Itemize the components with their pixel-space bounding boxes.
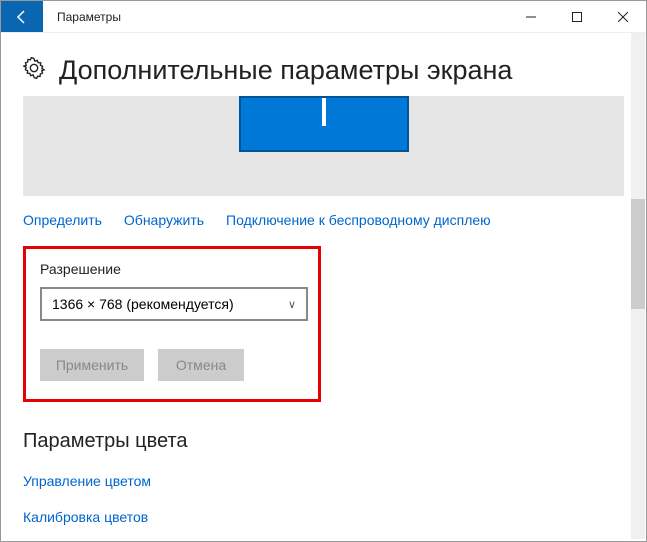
display-links-row: Определить Обнаружить Подключение к бесп… (23, 212, 624, 228)
page-header: Дополнительные параметры экрана (23, 55, 624, 86)
content-area: Дополнительные параметры экрана Определи… (1, 33, 646, 541)
resolution-select[interactable]: 1366 × 768 (рекомендуется) ∨ (40, 287, 308, 321)
window-title: Параметры (43, 1, 508, 32)
button-row: Применить Отмена (40, 349, 304, 381)
window-controls (508, 1, 646, 32)
color-section-heading: Параметры цвета (23, 430, 624, 453)
resolution-section-highlighted: Разрешение 1366 × 768 (рекомендуется) ∨ … (23, 246, 321, 402)
wireless-display-link[interactable]: Подключение к беспроводному дисплею (226, 212, 491, 228)
gear-icon (23, 57, 45, 84)
chevron-down-icon: ∨ (288, 298, 296, 311)
resolution-label: Разрешение (40, 261, 304, 277)
page-title: Дополнительные параметры экрана (59, 55, 512, 86)
monitor-divider (322, 98, 326, 126)
back-button[interactable] (1, 1, 43, 32)
color-calibration-link[interactable]: Калибровка цветов (23, 509, 624, 525)
minimize-icon (526, 12, 536, 22)
close-icon (618, 12, 628, 22)
maximize-icon (572, 12, 582, 22)
close-button[interactable] (600, 1, 646, 33)
identify-link[interactable]: Определить (23, 212, 102, 228)
cancel-button[interactable]: Отмена (158, 349, 244, 381)
monitor-icon[interactable] (239, 96, 409, 152)
color-management-link[interactable]: Управление цветом (23, 473, 624, 489)
detect-link[interactable]: Обнаружить (124, 212, 204, 228)
titlebar: Параметры (1, 1, 646, 33)
apply-button[interactable]: Применить (40, 349, 144, 381)
minimize-button[interactable] (508, 1, 554, 33)
arrow-left-icon (14, 9, 30, 25)
resolution-value: 1366 × 768 (рекомендуется) (52, 296, 234, 312)
scrollbar-thumb[interactable] (631, 199, 645, 309)
maximize-button[interactable] (554, 1, 600, 33)
display-preview (23, 96, 624, 196)
vertical-scrollbar[interactable] (631, 33, 645, 539)
